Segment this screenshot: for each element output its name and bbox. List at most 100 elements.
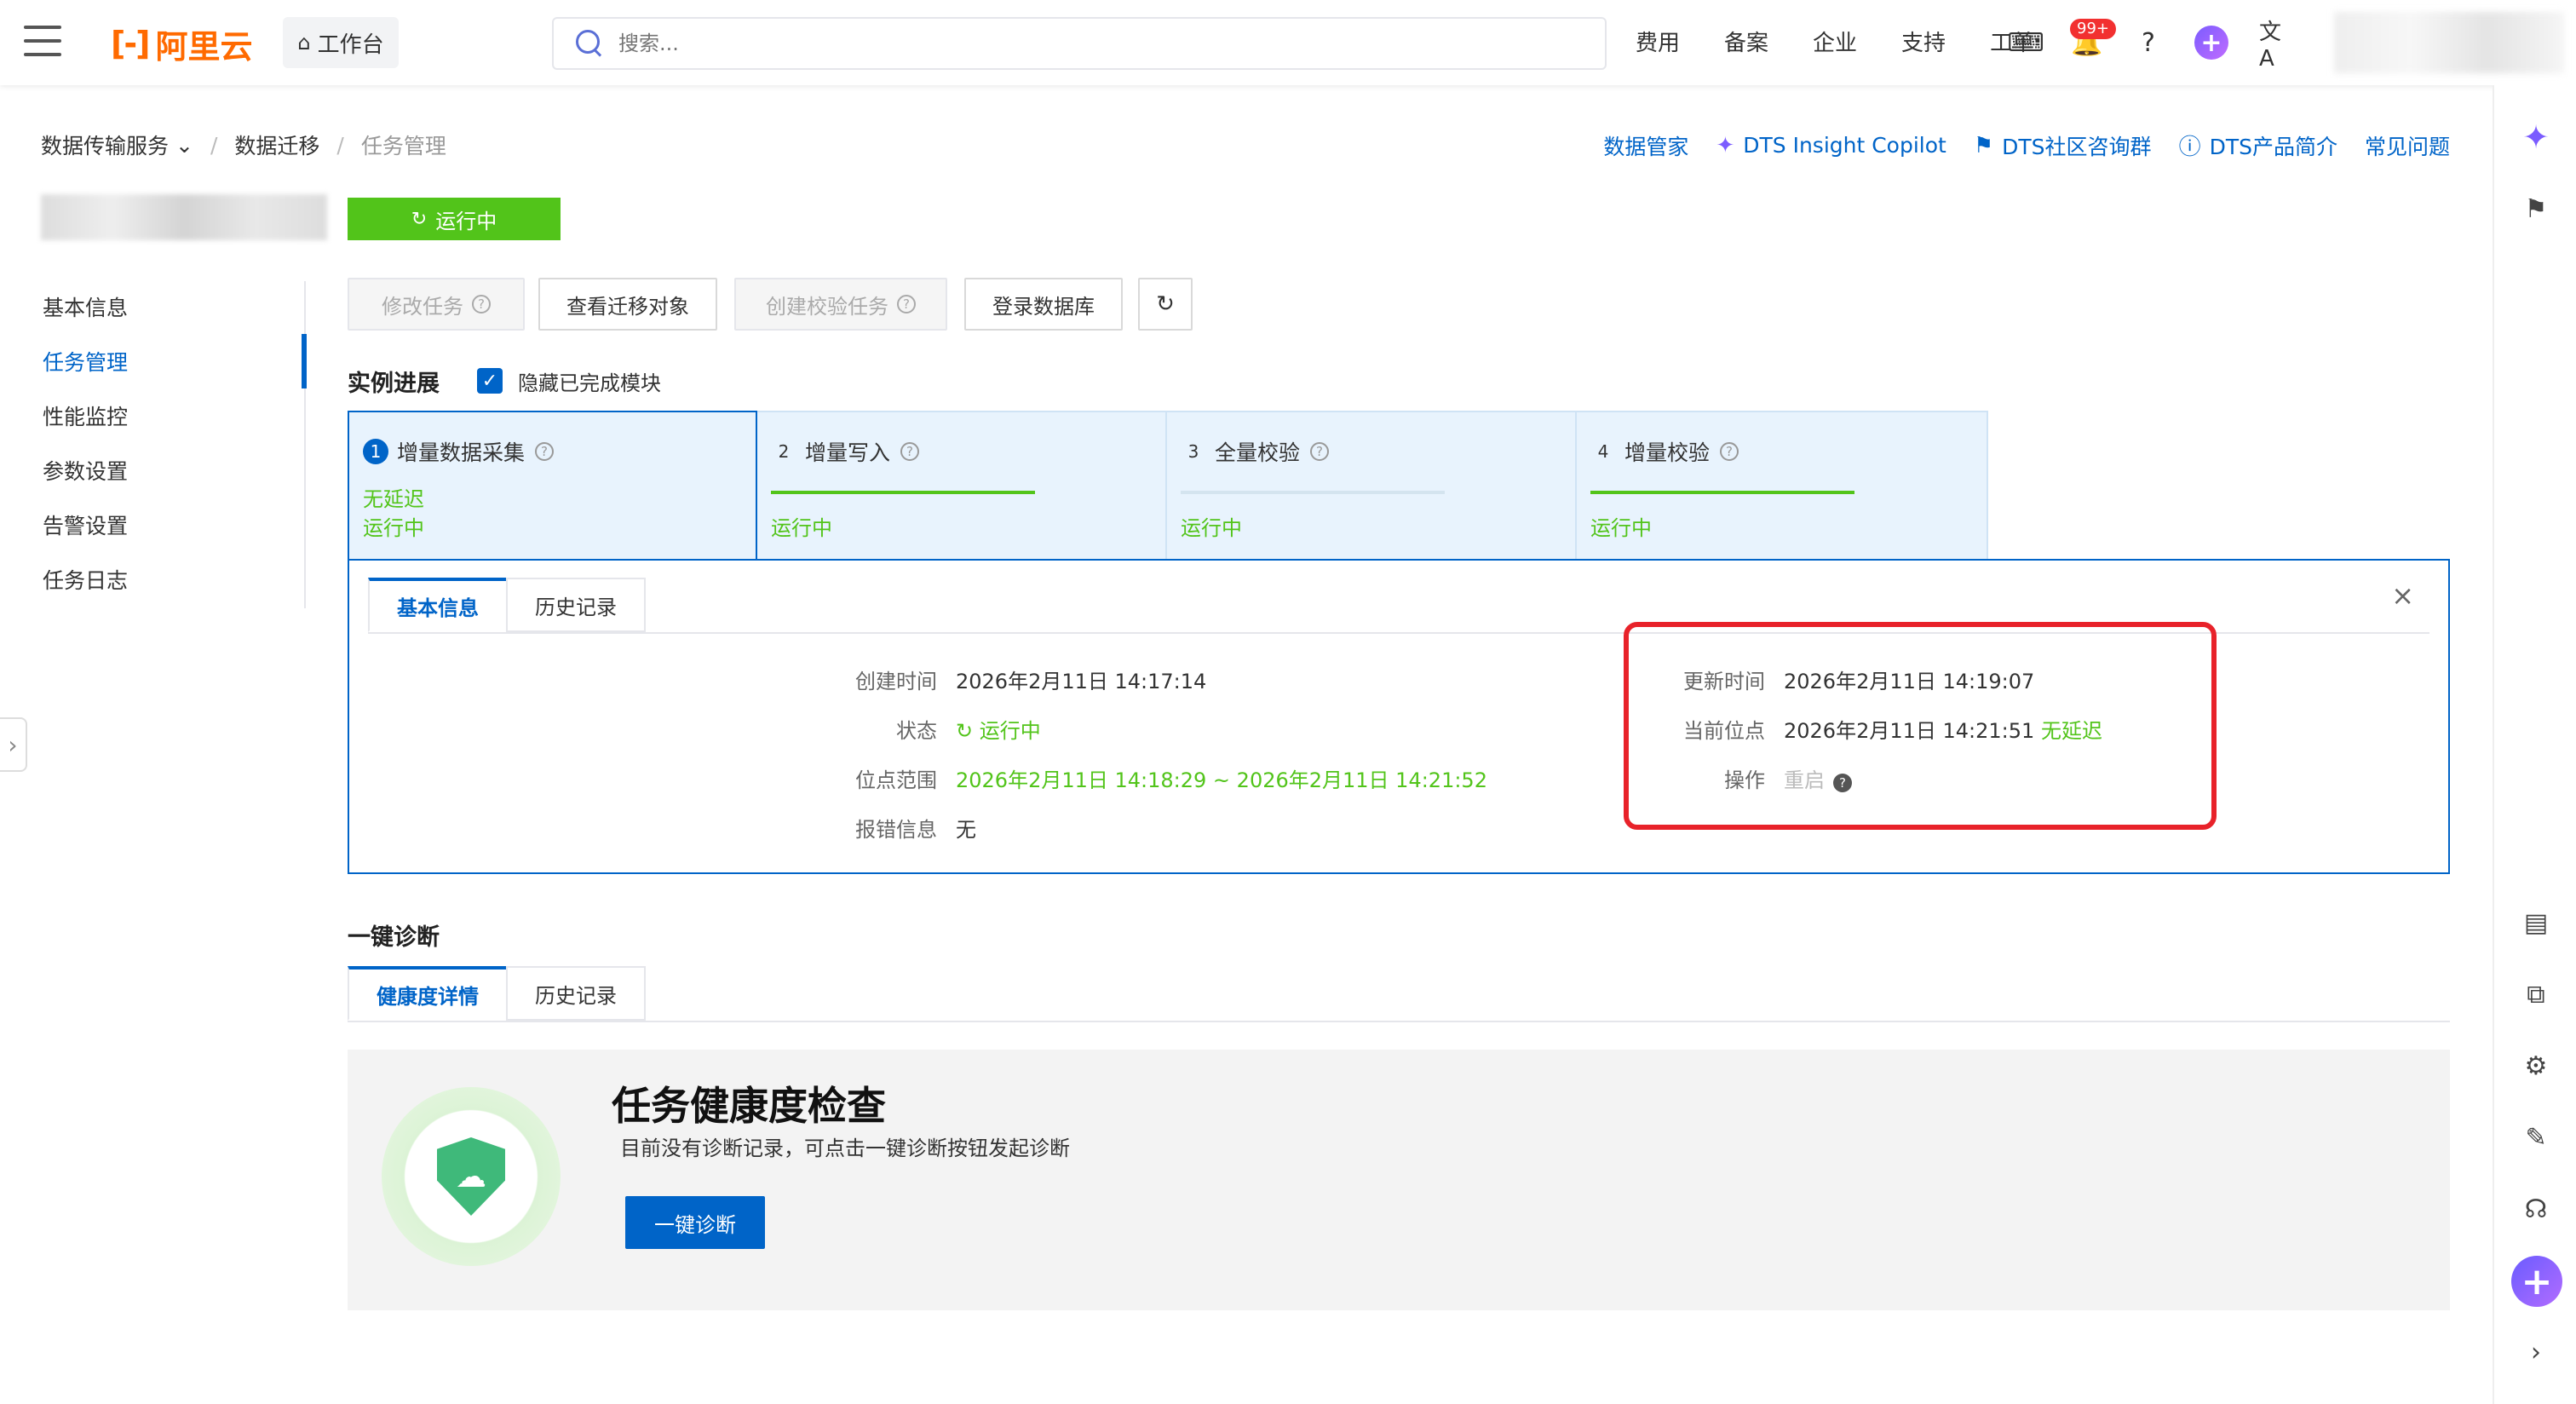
link-copilot[interactable]: ✦ DTS Insight Copilot bbox=[1716, 133, 1946, 158]
question-icon: ? bbox=[535, 442, 555, 461]
leftnav-basic-info[interactable]: 基本信息 bbox=[0, 281, 307, 336]
pin-icon: ⚑ bbox=[1973, 132, 1994, 158]
view-objects-button[interactable]: 查看迁移对象 bbox=[538, 278, 717, 331]
step-status: 运行中 bbox=[363, 516, 424, 540]
step-4[interactable]: 4 增量校验? 运行中 bbox=[1577, 412, 1987, 559]
chevron-right-icon[interactable]: › bbox=[0, 717, 27, 772]
notification-badge: 99+ bbox=[2070, 19, 2116, 39]
headset-icon[interactable]: ☊ bbox=[2518, 1191, 2554, 1227]
step-progress-bar bbox=[1590, 491, 1854, 494]
step-status: 运行中 bbox=[771, 516, 832, 540]
health-check-panel: ☁ 任务健康度检查 目前没有诊断记录，可点击一键诊断按钮发起诊断 一键诊断 bbox=[348, 1050, 2450, 1310]
edit-icon[interactable]: ✎ bbox=[2518, 1119, 2554, 1155]
step-progress-bar bbox=[1181, 491, 1445, 494]
refresh-icon: ↻ bbox=[411, 208, 428, 230]
leftnav-alerts[interactable]: 告警设置 bbox=[0, 499, 307, 554]
chevron-down-icon[interactable]: ⌄ bbox=[175, 133, 193, 158]
left-nav: 基本信息 任务管理 性能监控 参数设置 告警设置 任务日志 bbox=[0, 281, 307, 608]
header-links: 数据管家 ✦ DTS Insight Copilot ⚑ DTS社区咨询群 ⓘ DTS… bbox=[1576, 129, 2450, 161]
error-value: 无 bbox=[956, 818, 976, 842]
question-icon: ? bbox=[897, 295, 916, 314]
status-badge: ↻ 运行中 bbox=[348, 198, 561, 240]
step-1[interactable]: 1 增量数据采集? 无延迟 运行中 bbox=[348, 411, 757, 562]
leftnav-task-management[interactable]: 任务管理 bbox=[0, 336, 307, 390]
health-illustration: ☁ bbox=[382, 1087, 561, 1266]
question-icon: ? bbox=[1310, 442, 1330, 461]
status-value: ↻ 运行中 bbox=[956, 719, 1041, 743]
plus-icon[interactable]: + bbox=[2194, 26, 2228, 60]
create-time-value: 2026年2月11日 14:17:14 bbox=[956, 670, 1207, 693]
leftnav-logs[interactable]: 任务日志 bbox=[0, 554, 307, 608]
nav-fees[interactable]: 费用 bbox=[1636, 24, 1680, 63]
pin-icon[interactable]: ⚑ bbox=[2518, 191, 2554, 227]
question-icon: ? bbox=[900, 442, 920, 461]
plus-icon[interactable]: + bbox=[2511, 1256, 2562, 1307]
modify-task-button[interactable]: 修改任务? bbox=[348, 278, 525, 331]
right-rail: ✦ ⚑ ▤ ⧉ ⚙ ✎ ☊ + › bbox=[2493, 85, 2576, 1404]
search-icon bbox=[574, 28, 605, 59]
breadcrumb: 数据传输服务 ⌄ / 数据迁移 / 任务管理 bbox=[41, 129, 446, 160]
aliyun-logo[interactable]: [-] 阿里云 bbox=[111, 24, 253, 66]
hide-completed-label: 隐藏已完成模块 bbox=[518, 371, 661, 395]
search-box[interactable] bbox=[552, 17, 1607, 70]
refresh-icon: ↻ bbox=[956, 719, 980, 743]
tab-health[interactable]: 健康度详情 bbox=[348, 966, 508, 1021]
nav-enterprise[interactable]: 企业 bbox=[1813, 24, 1857, 63]
step-sub: 无延迟 bbox=[363, 487, 424, 511]
nav-support[interactable]: 支持 bbox=[1901, 24, 1946, 63]
shield-icon: ☁ bbox=[437, 1137, 505, 1216]
sparkle-icon[interactable]: ✦ bbox=[2518, 118, 2554, 156]
document-icon[interactable]: ▤ bbox=[2518, 905, 2554, 941]
link-community[interactable]: ⚑ DTS社区咨询群 bbox=[1974, 130, 2152, 161]
tab-basic-info[interactable]: 基本信息 bbox=[368, 578, 508, 632]
health-title: 任务健康度检查 bbox=[612, 1083, 886, 1129]
hide-completed-checkbox[interactable]: ✓ bbox=[477, 368, 503, 394]
step-2[interactable]: 2 增量写入? 运行中 bbox=[757, 412, 1167, 559]
sparkle-icon: ✦ bbox=[1716, 132, 1735, 158]
step-progress-bar bbox=[771, 491, 1035, 494]
help-icon[interactable]: ? bbox=[2131, 26, 2165, 60]
step-status: 运行中 bbox=[1181, 516, 1242, 540]
breadcrumb-current: 任务管理 bbox=[360, 134, 446, 158]
leftnav-performance[interactable]: 性能监控 bbox=[0, 390, 307, 445]
breadcrumb-migration[interactable]: 数据迁移 bbox=[234, 129, 319, 160]
step-name: 增量写入 bbox=[805, 440, 891, 465]
highlight-annotation bbox=[1624, 622, 2217, 830]
diagnosis-title: 一键诊断 bbox=[348, 924, 440, 951]
range-value: 2026年2月11日 14:18:29 ~ 2026年2月11日 14:21:5… bbox=[956, 768, 1487, 792]
gear-icon[interactable]: ⚙ bbox=[2518, 1048, 2554, 1084]
home-icon: ⌂ bbox=[297, 31, 311, 55]
step-3[interactable]: 3 全量校验? 运行中 bbox=[1167, 412, 1577, 559]
language-icon[interactable]: 文A bbox=[2259, 20, 2293, 72]
progress-title: 实例进展 bbox=[348, 371, 440, 397]
health-desc: 目前没有诊断记录，可点击一键诊断按钮发起诊断 bbox=[620, 1136, 1070, 1160]
question-icon: ? bbox=[1720, 442, 1739, 461]
login-db-button[interactable]: 登录数据库 bbox=[964, 278, 1123, 331]
tab-history[interactable]: 历史记录 bbox=[506, 578, 646, 632]
breadcrumb-service[interactable]: 数据传输服务 bbox=[41, 129, 169, 160]
link-product-intro[interactable]: ⓘ DTS产品简介 bbox=[2179, 129, 2337, 161]
link-data-manager[interactable]: 数据管家 bbox=[1603, 130, 1688, 161]
terminal-icon[interactable]: ⌨ bbox=[2007, 26, 2044, 60]
nav-filing[interactable]: 备案 bbox=[1724, 24, 1768, 63]
api-icon[interactable]: ⧉ bbox=[2518, 976, 2554, 1012]
close-icon[interactable]: × bbox=[2391, 579, 2414, 612]
task-name-redacted bbox=[41, 194, 327, 240]
search-input[interactable] bbox=[618, 32, 1555, 55]
step-status: 运行中 bbox=[1590, 516, 1652, 540]
chevron-right-icon[interactable]: › bbox=[2518, 1334, 2554, 1370]
step-name: 增量数据采集 bbox=[397, 440, 526, 465]
workbench-button[interactable]: ⌂ 工作台 bbox=[283, 17, 399, 68]
leftnav-active-indicator bbox=[302, 334, 307, 388]
question-icon: ? bbox=[472, 295, 491, 314]
link-faq[interactable]: 常见问题 bbox=[2365, 130, 2450, 161]
leftnav-params[interactable]: 参数设置 bbox=[0, 445, 307, 499]
account-avatar[interactable] bbox=[2334, 12, 2564, 73]
step-name: 增量校验 bbox=[1624, 440, 1711, 465]
progress-steps: 1 增量数据采集? 无延迟 运行中 2 增量写入? 运行中 3 全量校验? 运行中 4… bbox=[348, 411, 1988, 562]
refresh-button[interactable]: ↻ bbox=[1138, 278, 1193, 331]
diagnose-button[interactable]: 一键诊断 bbox=[625, 1196, 765, 1249]
tab-diagnosis-history[interactable]: 历史记录 bbox=[506, 966, 646, 1021]
create-check-button[interactable]: 创建校验任务? bbox=[734, 278, 947, 331]
menu-icon[interactable] bbox=[24, 26, 61, 60]
